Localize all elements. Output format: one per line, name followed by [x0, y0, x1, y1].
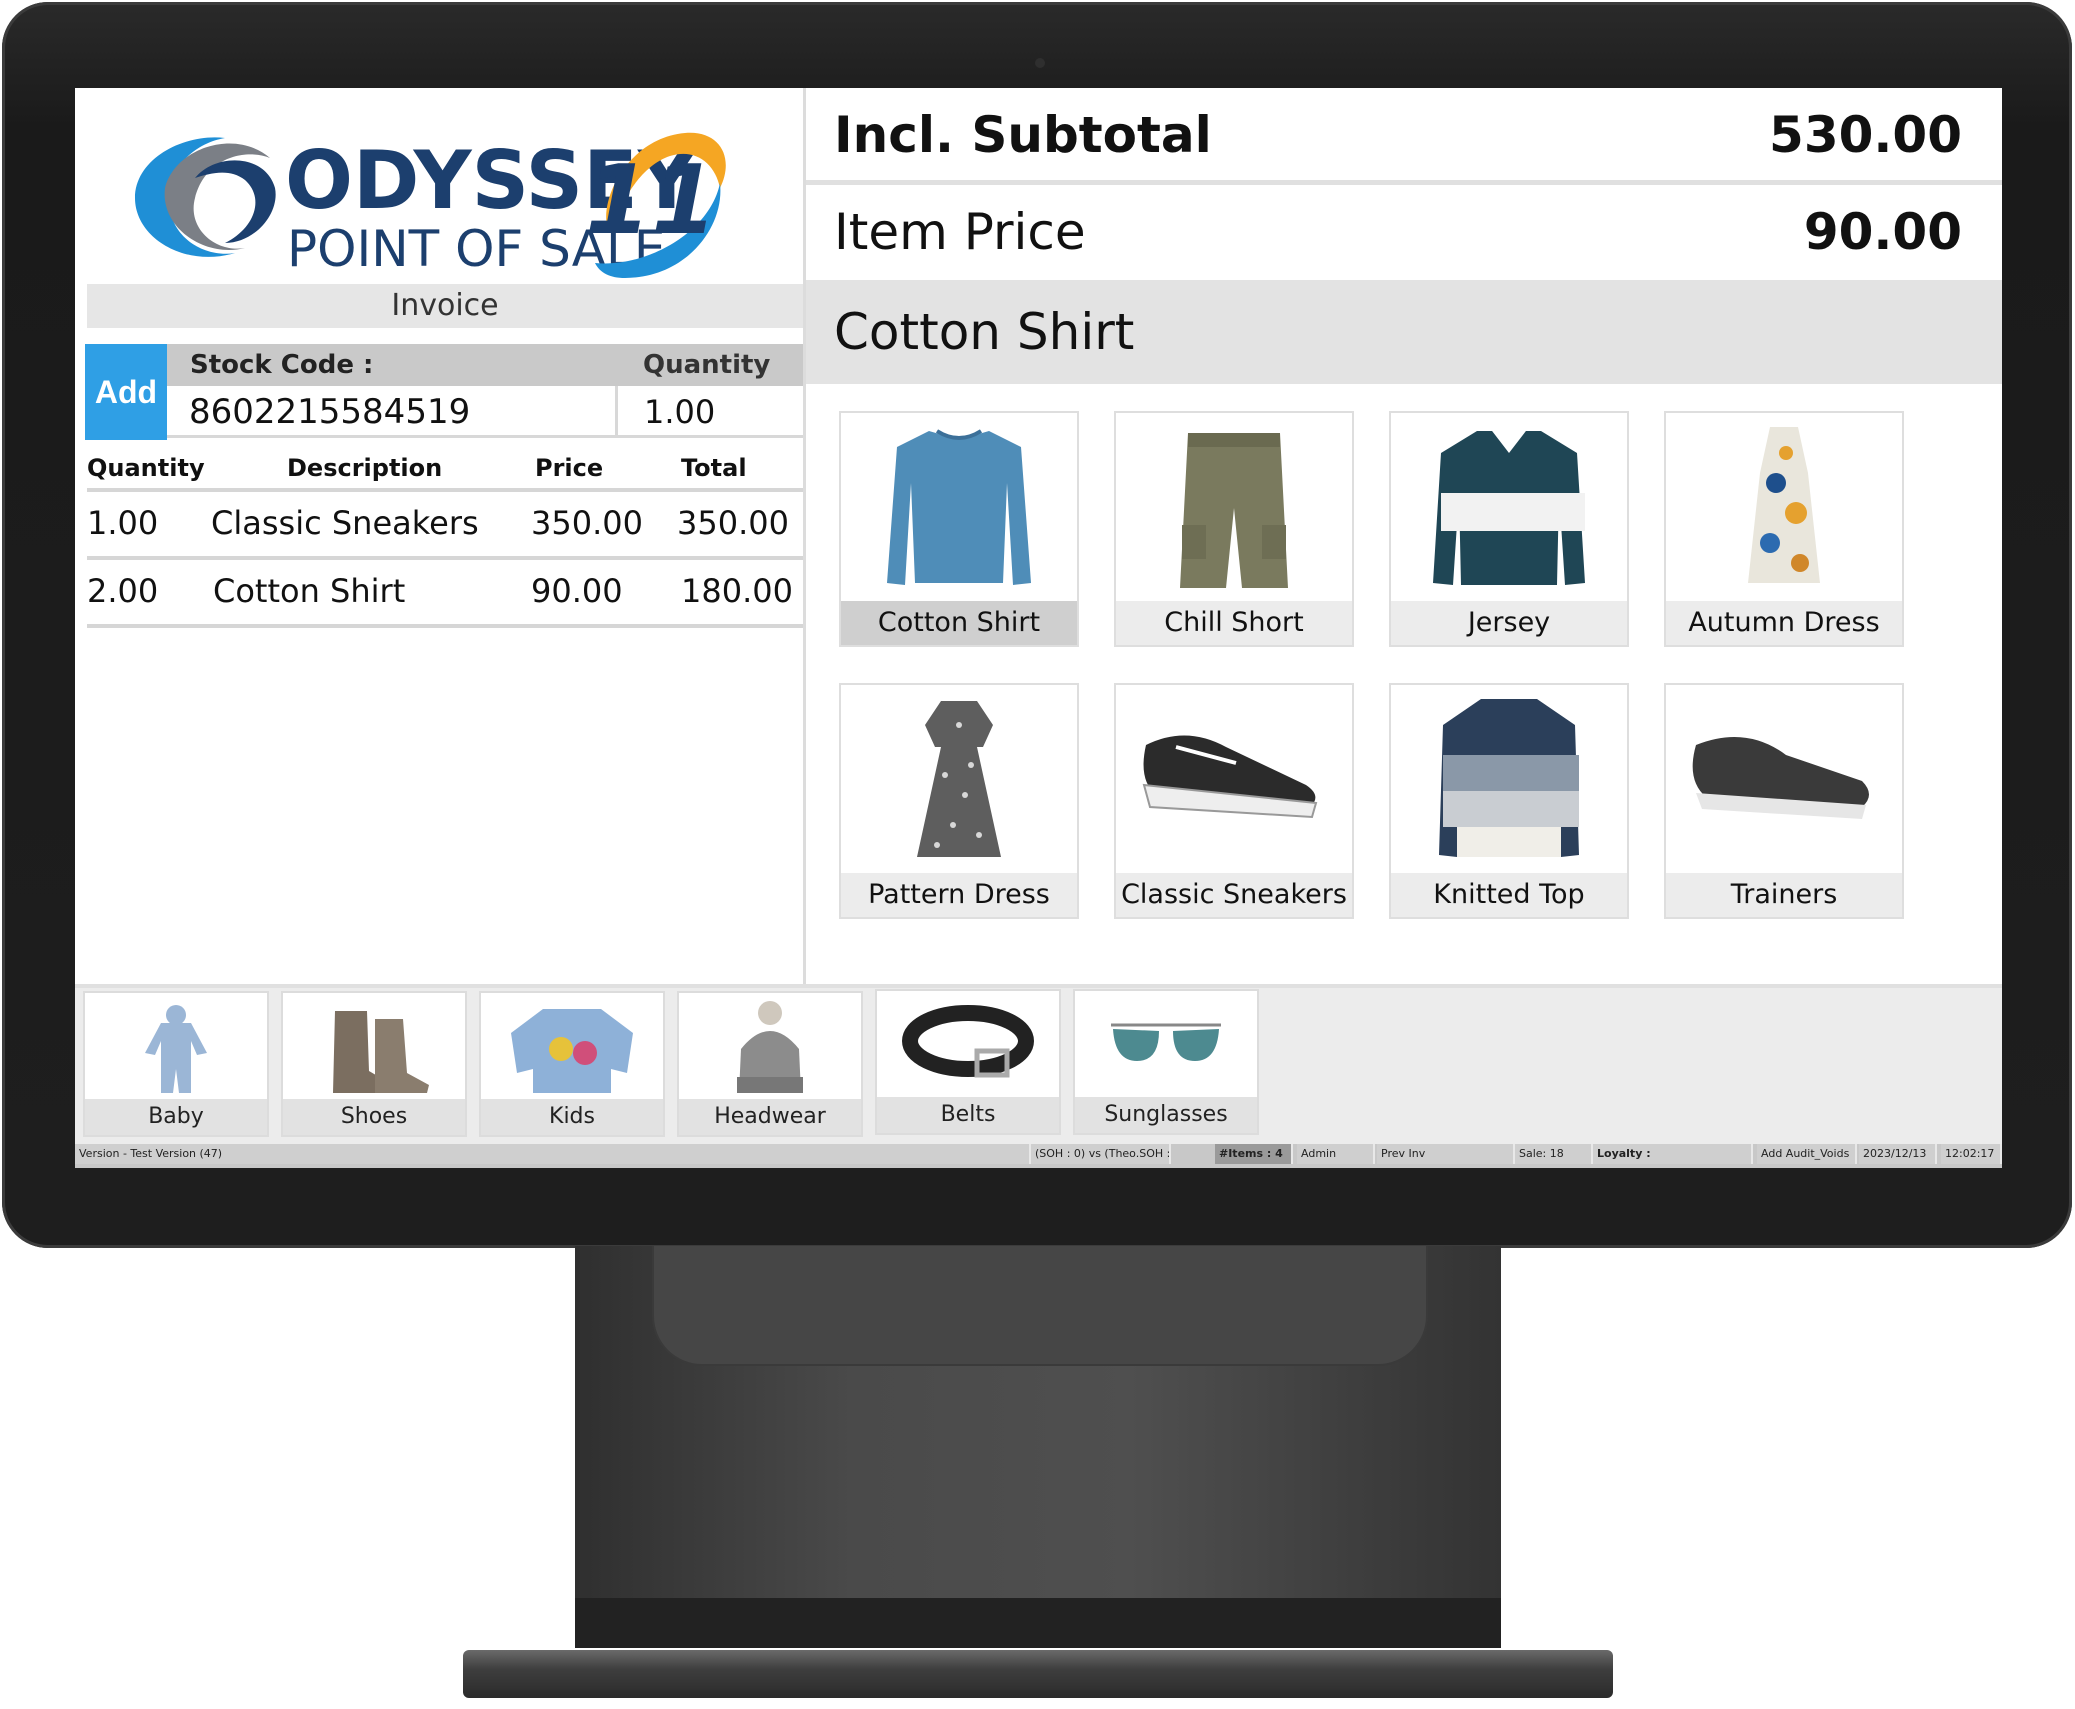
- product-label: Autumn Dress: [1666, 601, 1902, 645]
- patterned-dress-icon: [1748, 427, 1820, 583]
- status-time: 12:02:17: [1941, 1144, 2002, 1164]
- product-tile-chill-short[interactable]: Chill Short: [1114, 411, 1354, 647]
- col-quantity: Quantity: [87, 454, 205, 482]
- status-version: Version - Test Version (47): [75, 1144, 1031, 1164]
- col-total: Total: [681, 454, 747, 482]
- stock-code-label: Stock Code :: [190, 350, 374, 380]
- long-sleeve-shirt-icon: [887, 429, 1031, 585]
- subtotal-display: Incl. Subtotal 530.00: [806, 88, 2002, 185]
- monitor-stand-panel: [652, 1246, 1428, 1366]
- sunglasses-icon: [1111, 1023, 1221, 1061]
- product-label: Cotton Shirt: [841, 601, 1077, 645]
- monitor-stand-shadow: [575, 1598, 1501, 1648]
- col-price: Price: [535, 454, 604, 482]
- product-label: Knitted Top: [1391, 873, 1627, 917]
- row-qty: 1.00: [87, 504, 159, 542]
- product-tile-autumn-dress[interactable]: Autumn Dress: [1664, 411, 1904, 647]
- monitor-stand-base: [463, 1650, 1613, 1698]
- selected-item-name: Cotton Shirt: [806, 280, 2002, 384]
- product-tile-classic-sneakers[interactable]: Classic Sneakers: [1114, 683, 1354, 919]
- baby-onesie-icon: [145, 1005, 207, 1093]
- category-label: Sunglasses: [1075, 1097, 1257, 1133]
- category-label: Belts: [877, 1097, 1059, 1133]
- category-belts[interactable]: Belts: [875, 989, 1061, 1135]
- product-tile-cotton-shirt[interactable]: Cotton Shirt: [839, 411, 1079, 647]
- status-date: 2023/12/13: [1859, 1144, 1937, 1164]
- product-label: Classic Sneakers: [1116, 873, 1352, 917]
- status-soh: (SOH : 0) vs (Theo.SOH : -2): [1031, 1144, 1171, 1164]
- belt-icon: [902, 1005, 1034, 1078]
- knitted-sweater-icon: [1439, 699, 1579, 857]
- print-dress-icon: [917, 701, 1001, 857]
- product-label: Trainers: [1666, 873, 1902, 917]
- quantity-input[interactable]: 1.00: [615, 386, 803, 438]
- row-description: Cotton Shirt: [213, 572, 406, 610]
- boots-icon: [333, 1011, 429, 1093]
- row-price: 350.00: [531, 504, 643, 542]
- product-tile-knitted-top[interactable]: Knitted Top: [1389, 683, 1629, 919]
- subtotal-label: Incl. Subtotal: [834, 106, 1212, 164]
- add-button[interactable]: Add: [85, 344, 167, 440]
- row-description: Classic Sneakers: [211, 504, 479, 542]
- category-label: Kids: [481, 1099, 663, 1135]
- status-audit[interactable]: Add Audit_Voids: [1757, 1144, 1857, 1164]
- row-total: 180.00: [681, 572, 793, 610]
- status-items: #Items : 4: [1215, 1144, 1293, 1164]
- category-baby[interactable]: Baby: [83, 991, 269, 1137]
- item-price-display: Item Price 90.00: [806, 185, 2002, 277]
- pos-screen: ODYSSEY POINT OF SALE 11 Invoice Add Sto…: [75, 88, 2002, 1168]
- status-sale: Sale: 18: [1515, 1144, 1593, 1164]
- category-shoes[interactable]: Shoes: [281, 991, 467, 1137]
- cargo-shorts-icon: [1180, 433, 1288, 588]
- beanie-icon: [737, 1001, 803, 1093]
- status-prev-inv[interactable]: Prev Inv: [1377, 1144, 1515, 1164]
- category-label: Shoes: [283, 1099, 465, 1135]
- category-label: Headwear: [679, 1099, 861, 1135]
- product-label: Pattern Dress: [841, 873, 1077, 917]
- item-price-value: 90.00: [1803, 203, 1962, 261]
- status-bar: Version - Test Version (47) (SOH : 0) vs…: [75, 1144, 2002, 1168]
- invoice-title: Invoice: [87, 284, 803, 328]
- invoice-row[interactable]: 1.00 Classic Sneakers 350.00 350.00: [87, 492, 803, 560]
- status-loyalty: Loyalty :: [1593, 1144, 1753, 1164]
- category-headwear[interactable]: Headwear: [677, 991, 863, 1137]
- row-total: 350.00: [677, 504, 789, 542]
- status-user: Admin: [1297, 1144, 1375, 1164]
- row-price: 90.00: [531, 572, 623, 610]
- logo-number: 11: [585, 146, 717, 256]
- product-label: Chill Short: [1116, 601, 1352, 645]
- row-qty: 2.00: [87, 572, 159, 610]
- product-label: Jersey: [1391, 601, 1627, 645]
- subtotal-value: 530.00: [1769, 106, 1962, 164]
- item-price-label: Item Price: [834, 203, 1086, 261]
- stock-code-input[interactable]: 8602215584519: [167, 386, 617, 438]
- category-sunglasses[interactable]: Sunglasses: [1073, 989, 1259, 1135]
- canvas-sneaker-icon: [1142, 735, 1318, 819]
- invoice-panel: ODYSSEY POINT OF SALE 11 Invoice Add Sto…: [75, 88, 806, 984]
- camera-dot: [1035, 58, 1045, 68]
- quantity-label: Quantity: [643, 350, 771, 380]
- col-description: Description: [287, 454, 443, 482]
- kids-sweater-icon: [511, 1009, 633, 1093]
- invoice-row[interactable]: 2.00 Cotton Shirt 90.00 180.00: [87, 560, 803, 628]
- invoice-column-headers: Quantity Description Price Total: [87, 448, 803, 492]
- product-tile-jersey[interactable]: Jersey: [1389, 411, 1629, 647]
- product-tile-pattern-dress[interactable]: Pattern Dress: [839, 683, 1079, 919]
- category-label: Baby: [85, 1099, 267, 1135]
- product-tile-trainers[interactable]: Trainers: [1664, 683, 1904, 919]
- rugby-jersey-icon: [1433, 427, 1585, 585]
- trainer-shoe-icon: [1692, 737, 1869, 819]
- odyssey-logo: ODYSSEY POINT OF SALE 11: [135, 132, 726, 278]
- category-kids[interactable]: Kids: [479, 991, 665, 1137]
